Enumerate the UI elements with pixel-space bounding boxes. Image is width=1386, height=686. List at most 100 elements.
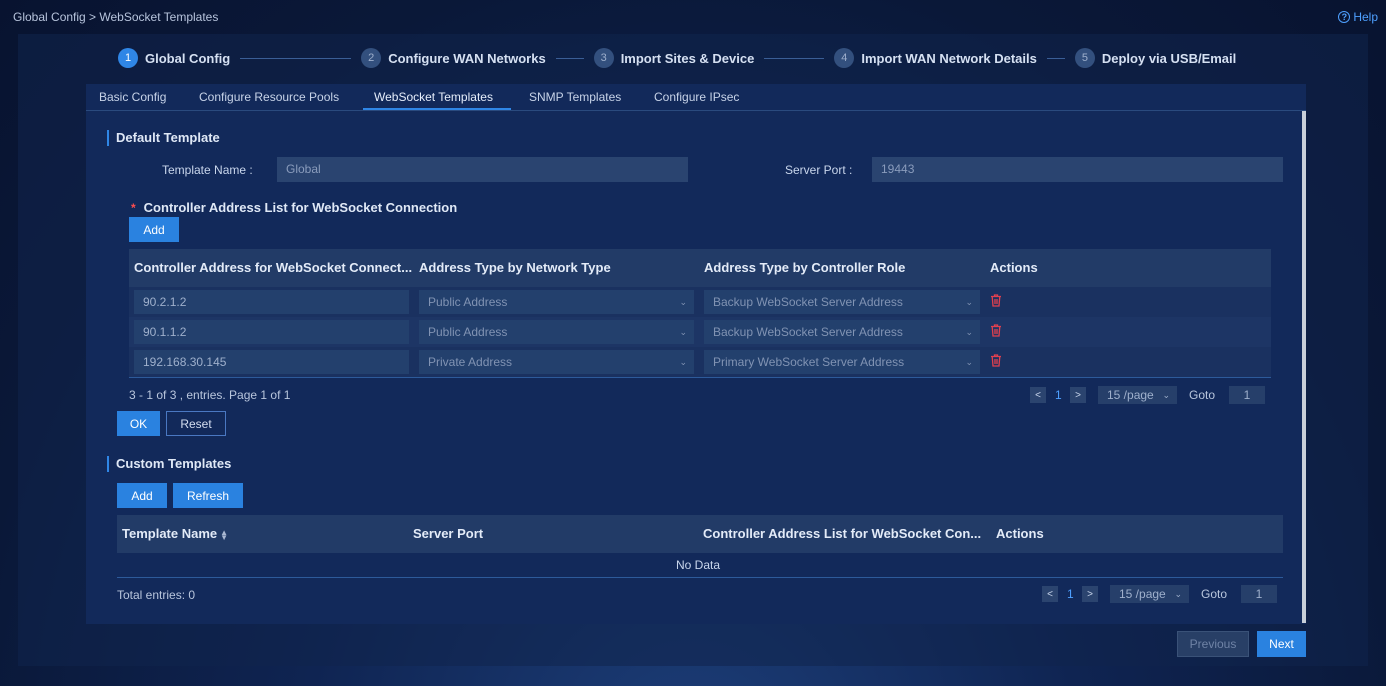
page-size-select[interactable]: 15 /page ⌄ [1110,585,1189,603]
next-page-button[interactable]: > [1082,586,1098,602]
help-link[interactable]: ? Help [1338,10,1378,24]
question-icon: ? [1338,11,1351,23]
delete-icon[interactable] [990,324,1002,337]
chevron-down-icon: ⌄ [965,357,973,367]
tab-configure-ipsec[interactable]: Configure IPsec [654,90,739,104]
col-template-name[interactable]: Template Name ▲ ▼ [122,526,228,541]
tab-websocket-templates[interactable]: WebSocket Templates [374,90,493,104]
goto-input[interactable]: 1 [1241,585,1277,603]
page-size-select[interactable]: 15 /page ⌄ [1098,386,1177,404]
col-network-type: Address Type by Network Type [419,260,611,275]
step-import-sites[interactable]: 3 Import Sites & Device [593,48,754,68]
table-divider [129,377,1271,378]
network-type-select[interactable]: Public Address ⌄ [419,320,694,344]
step-label: Import WAN Network Details [861,50,1037,66]
col-controller-list: Controller Address List for WebSocket Co… [703,526,982,541]
goto-input[interactable]: 1 [1229,386,1265,404]
page-size-value: 15 /page [1119,587,1166,601]
controller-list-label: * Controller Address List for WebSocket C… [131,200,457,215]
controller-table: Controller Address for WebSocket Connect… [129,249,1271,378]
default-template-title: Default Template [107,130,220,146]
network-type-value: Private Address [428,355,513,369]
controller-role-select[interactable]: Backup WebSocket Server Address ⌄ [704,290,980,314]
step-global-config[interactable]: 1 Global Config [118,48,230,68]
step-deploy[interactable]: 5 Deploy via USB/Email [1074,48,1237,68]
template-name-label-text: Template Name [162,163,247,177]
next-button[interactable]: Next [1257,631,1306,657]
chevron-down-icon: ⌄ [1174,589,1182,599]
pagination-info: 3 - 1 of 3 , entries. Page 1 of 1 [129,388,291,402]
table-row: 90.1.1.2 Public Address ⌄ Backup WebSocke… [129,317,1271,347]
chevron-left-icon: < [1035,389,1041,401]
network-type-select[interactable]: Public Address ⌄ [419,290,694,314]
step-connector [555,57,584,59]
step-configure-wan-networks[interactable]: 2 Configure WAN Networks [361,48,546,68]
controller-address-input[interactable]: 192.168.30.145 [134,350,409,374]
reset-button[interactable]: Reset [166,411,226,436]
step-label: Configure WAN Networks [388,50,546,66]
prev-page-button[interactable]: < [1030,387,1046,403]
network-type-value: Public Address [428,325,508,339]
step-label: Deploy via USB/Email [1101,50,1237,66]
col-controller-role: Address Type by Controller Role [704,260,906,275]
network-type-value: Public Address [428,295,508,309]
required-marker: * [131,201,136,215]
current-page[interactable]: 1 [1055,388,1062,402]
scrollbar[interactable] [1302,111,1306,623]
controller-list-label-text: Controller Address List for WebSocket Co… [143,200,458,215]
ok-button[interactable]: OK [117,411,160,436]
tab-resource-pools[interactable]: Configure Resource Pools [199,90,339,104]
prev-page-button[interactable]: < [1042,586,1058,602]
server-port-label-text: Server Port [785,163,846,177]
controller-address-input[interactable]: 90.2.1.2 [134,290,409,314]
table-divider [117,577,1283,578]
col-actions: Actions [990,260,1038,275]
custom-templates-title: Custom Templates [107,456,231,472]
delete-icon[interactable] [990,294,1002,307]
wizard-steps: 1 Global Config 2 Configure WAN Networks… [118,47,1236,69]
template-name-input[interactable]: Global [277,157,688,182]
chevron-left-icon: < [1047,588,1053,600]
current-page[interactable]: 1 [1067,587,1074,601]
step-label: Global Config [145,50,231,66]
chevron-down-icon: ⌄ [679,357,687,367]
col-controller-address: Controller Address for WebSocket Connect… [134,260,413,275]
chevron-down-icon: ⌄ [1162,390,1170,400]
sort-icon[interactable]: ▲ ▼ [220,528,228,541]
goto-label: Goto [1201,587,1228,601]
step-connector [764,57,825,59]
no-data-text: No Data [676,558,721,572]
step-number: 3 [593,48,614,68]
page-size-value: 15 /page [1107,388,1154,402]
goto-label: Goto [1189,388,1216,402]
add-template-button[interactable]: Add [117,483,167,508]
refresh-button[interactable]: Refresh [173,483,243,508]
step-number: 5 [1074,48,1095,68]
chevron-down-icon: ⌄ [965,327,973,337]
active-tab-indicator [363,108,511,110]
chevron-down-icon: ⌄ [679,297,687,307]
controller-role-select[interactable]: Primary WebSocket Server Address ⌄ [704,350,980,374]
delete-icon[interactable] [990,354,1002,367]
chevron-right-icon: > [1075,389,1081,401]
server-port-label: Server Port : [785,163,853,177]
breadcrumb: Global Config > WebSocket Templates [13,10,219,24]
server-port-input[interactable]: 19443 [872,157,1283,182]
network-type-select[interactable]: Private Address ⌄ [419,350,694,374]
total-entries: Total entries: 0 [117,588,196,602]
table-row: 192.168.30.145 Private Address ⌄ Primary … [129,347,1271,377]
step-import-wan-details[interactable]: 4 Import WAN Network Details [834,48,1037,68]
step-connector [240,57,352,59]
table-header: Controller Address for WebSocket Connect… [129,249,1271,287]
next-page-button[interactable]: > [1070,387,1086,403]
add-controller-button[interactable]: Add [129,217,179,242]
chevron-right-icon: > [1087,588,1093,600]
tab-basic-config[interactable]: Basic Config [99,90,166,104]
previous-button[interactable]: Previous [1177,631,1249,657]
chevron-down-icon: ⌄ [965,297,973,307]
controller-role-select[interactable]: Backup WebSocket Server Address ⌄ [704,320,980,344]
col-actions: Actions [996,526,1044,541]
tab-snmp-templates[interactable]: SNMP Templates [529,90,621,104]
controller-address-input[interactable]: 90.1.1.2 [134,320,409,344]
step-connector [1046,57,1065,59]
